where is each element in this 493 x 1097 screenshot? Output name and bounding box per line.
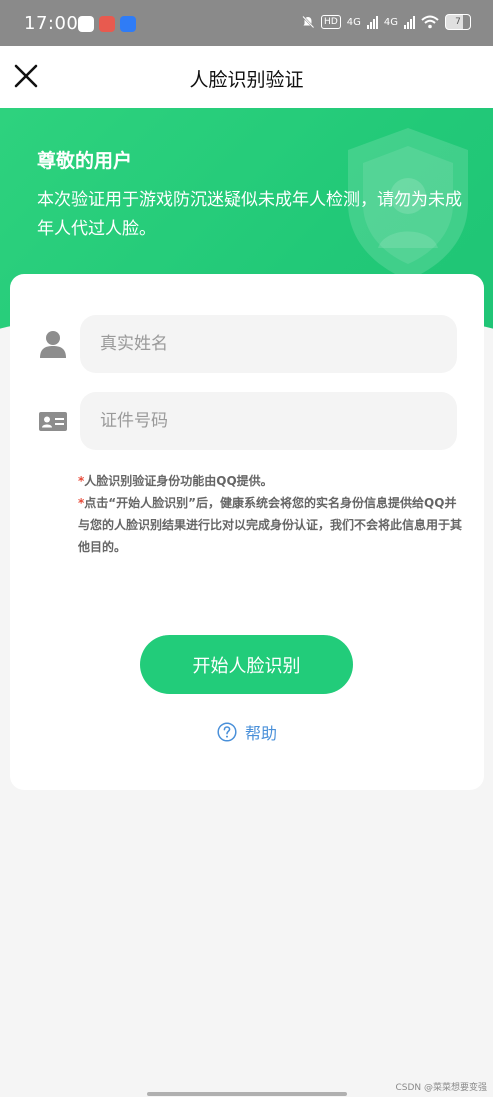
gallery-app-icon bbox=[99, 16, 115, 32]
network-label-1: 4G bbox=[346, 16, 361, 28]
watermark: CSDN @菜菜想要变强 bbox=[395, 1083, 487, 1093]
signal-icon-2 bbox=[404, 15, 415, 29]
status-bar: 17:00 HD 4G 4G 7 bbox=[0, 0, 493, 46]
alipay-app-icon bbox=[120, 16, 136, 32]
banner-title: 尊敬的用户 bbox=[37, 150, 133, 172]
verification-card: *人脸识别验证身份功能由QQ提供。 *点击“开始人脸识别”后，健康系统会将您的实… bbox=[10, 274, 484, 790]
status-time: 17:00 bbox=[24, 13, 79, 34]
note-line-2: *点击“开始人脸识别”后，健康系统会将您的实名身份信息提供给QQ并与您的人脸识别… bbox=[78, 492, 462, 558]
real-name-input[interactable] bbox=[80, 315, 457, 373]
wifi-icon bbox=[421, 15, 439, 29]
home-indicator[interactable] bbox=[147, 1092, 347, 1096]
status-right: HD 4G 4G 7 bbox=[301, 14, 471, 30]
note-text-1: 人脸识别验证身份功能由QQ提供。 bbox=[84, 474, 273, 488]
battery-icon: 7 bbox=[445, 14, 471, 30]
messages-app-icon bbox=[78, 16, 94, 32]
note-line-1: *人脸识别验证身份功能由QQ提供。 bbox=[78, 470, 462, 492]
signal-icon bbox=[366, 15, 378, 29]
status-app-icons bbox=[78, 16, 136, 32]
name-field-row bbox=[10, 315, 484, 373]
user-icon bbox=[40, 331, 66, 358]
help-link[interactable]: 帮助 bbox=[10, 720, 484, 744]
help-label: 帮助 bbox=[244, 724, 277, 743]
mute-icon bbox=[302, 15, 315, 29]
help-icon bbox=[217, 722, 237, 742]
page-title: 人脸识别验证 bbox=[189, 69, 304, 91]
start-face-recognition-button[interactable]: 开始人脸识别 bbox=[140, 635, 353, 694]
banner-description: 本次验证用于游戏防沉迷疑似未成年人检测，请勿为未成年人代过人脸。 bbox=[37, 190, 462, 239]
id-number-input[interactable] bbox=[80, 392, 457, 450]
network-label-2: 4G bbox=[383, 16, 398, 28]
note-text-2: 点击“开始人脸识别”后，健康系统会将您的实名身份信息提供给QQ并与您的人脸识别结… bbox=[78, 496, 463, 554]
nav-bar: 人脸识别验证 bbox=[0, 46, 493, 108]
id-card-icon bbox=[39, 412, 67, 431]
id-field-row bbox=[10, 392, 484, 450]
notes: *人脸识别验证身份功能由QQ提供。 *点击“开始人脸识别”后，健康系统会将您的实… bbox=[78, 470, 462, 558]
hd-badge: HD bbox=[321, 15, 341, 29]
